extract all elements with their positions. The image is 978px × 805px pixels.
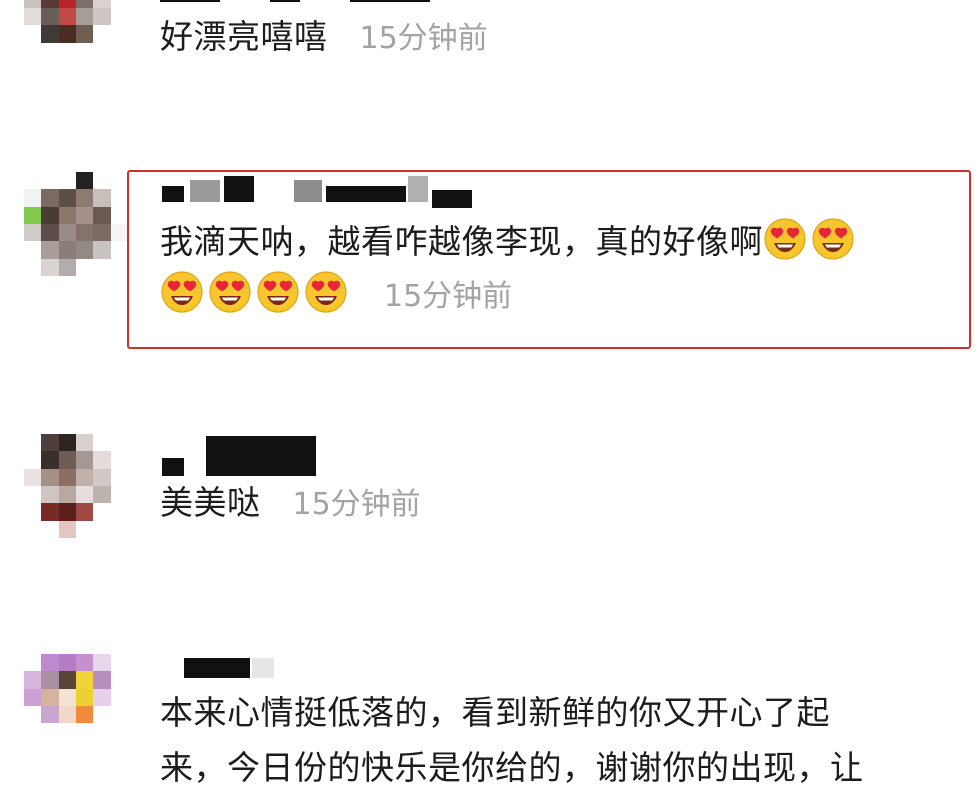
avatar[interactable] bbox=[24, 434, 128, 538]
username-redacted[interactable] bbox=[160, 436, 340, 476]
comment-text-line2: 来，今日份的快乐是你给的，谢谢你的出现，让 bbox=[160, 741, 864, 794]
comment-timestamp: 15分钟前 bbox=[292, 487, 421, 522]
comment-content-line1: 本来心情挺低落的，看到新鲜的你又开心了起 bbox=[160, 693, 830, 732]
comment-content-line2: 来，今日份的快乐是你给的，谢谢你的出现，让 bbox=[160, 748, 864, 787]
comment-timestamp: 15分钟前 bbox=[359, 21, 488, 56]
comment-content: 好漂亮嘻嘻 bbox=[160, 17, 328, 56]
highlight-box bbox=[127, 170, 971, 349]
comment-content: 美美哒 bbox=[160, 483, 261, 522]
avatar[interactable] bbox=[24, 0, 128, 60]
comment-text: 本来心情挺低落的，看到新鲜的你又开心了起 bbox=[160, 686, 830, 739]
comment-text: 美美哒 15分钟前 bbox=[160, 476, 421, 531]
comment-text: 好漂亮嘻嘻 15分钟前 bbox=[160, 10, 488, 65]
avatar[interactable] bbox=[24, 172, 128, 276]
username-redacted[interactable] bbox=[160, 0, 560, 10]
username-redacted[interactable] bbox=[160, 656, 360, 682]
avatar[interactable] bbox=[24, 654, 128, 758]
